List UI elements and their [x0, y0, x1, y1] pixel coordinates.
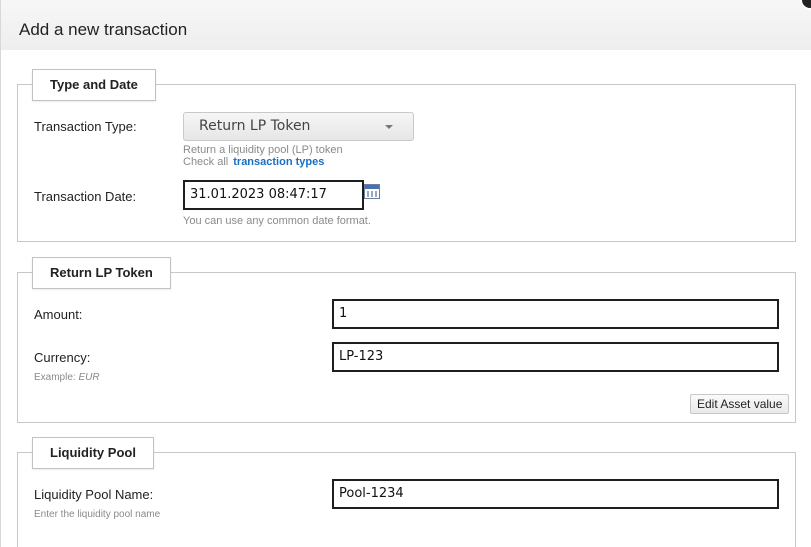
transaction-date-input[interactable]: 31.01.2023 08:47:17 — [183, 180, 364, 210]
transaction-type-value: Return LP Token — [199, 118, 311, 134]
transaction-type-select[interactable]: Return LP Token — [183, 112, 414, 141]
transaction-types-link[interactable]: transaction types — [233, 156, 324, 168]
amount-label: Amount: — [34, 307, 83, 322]
transaction-type-hint: Return a liquidity pool (LP) token — [183, 144, 343, 156]
transaction-types-hint-line: Check all transaction types — [183, 156, 324, 168]
liquidity-pool-legend: Liquidity Pool — [32, 437, 154, 469]
currency-hint-example: EUR — [78, 372, 100, 383]
liquidity-pool-section: Liquidity Pool Liquidity Pool Name: Pool… — [17, 437, 796, 547]
dialog-header: Add a new transaction — [1, 0, 811, 50]
calendar-icon[interactable] — [364, 184, 380, 199]
type-and-date-legend: Type and Date — [32, 69, 156, 101]
liquidity-pool-name-label: Liquidity Pool Name: — [34, 487, 154, 502]
return-lp-token-legend: Return LP Token — [32, 257, 171, 289]
dialog-body: Type and Date Transaction Type: Return L… — [1, 50, 811, 547]
currency-input[interactable]: LP-123 — [332, 342, 779, 372]
liquidity-pool-name-input[interactable]: Pool-1234 — [332, 479, 779, 509]
type-and-date-section: Type and Date Transaction Type: Return L… — [17, 69, 796, 242]
currency-hint: Example: EUR — [34, 372, 100, 383]
dialog-title: Add a new transaction — [19, 20, 188, 39]
check-all-text: Check all — [183, 156, 229, 168]
edit-asset-value-button[interactable]: Edit Asset value — [690, 394, 790, 414]
currency-hint-prefix: Example: — [34, 372, 76, 383]
transaction-date-hint: You can use any common date format. — [183, 215, 371, 227]
liquidity-pool-name-hint: Enter the liquidity pool name — [34, 509, 161, 520]
transaction-date-label: Transaction Date: — [34, 189, 137, 204]
return-lp-token-section: Return LP Token Amount: 1 Currency: LP-1… — [17, 257, 796, 423]
currency-label: Currency: — [34, 350, 91, 365]
chevron-down-icon — [385, 125, 393, 129]
transaction-type-label: Transaction Type: — [34, 119, 137, 134]
add-transaction-dialog: Add a new transaction Type and Date Tran… — [0, 0, 811, 547]
amount-input[interactable]: 1 — [332, 299, 779, 329]
close-icon[interactable] — [800, 0, 811, 10]
